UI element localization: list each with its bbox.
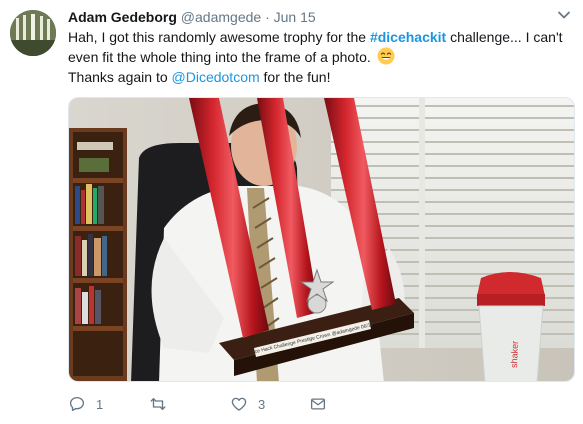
chevron-down-icon[interactable] <box>557 8 571 22</box>
meta-separator: · <box>265 9 270 25</box>
like-count: 3 <box>258 396 266 412</box>
tweet[interactable]: Adam Gedeborg @adamgede · Jun 15 Hah, I … <box>0 0 583 424</box>
tweet-header: Adam Gedeborg @adamgede · Jun 15 <box>68 7 555 27</box>
bottle-brand-mark: shaker <box>509 341 520 368</box>
tweet-text-part: Thanks again to <box>68 69 172 85</box>
avatar[interactable] <box>10 10 56 56</box>
mention-link[interactable]: @Dicedotcom <box>172 69 260 85</box>
smiling-face-emoji <box>377 47 395 65</box>
hashtag-link[interactable]: #dicehackit <box>370 29 446 45</box>
avatar-image <box>10 10 56 56</box>
like-button[interactable]: 3 <box>230 392 265 416</box>
tweet-actions: 1 3 <box>68 392 575 416</box>
author-name[interactable]: Adam Gedeborg <box>68 9 177 25</box>
dm-button[interactable] <box>309 392 327 416</box>
reply-count: 1 <box>96 396 104 412</box>
retweet-icon <box>150 398 166 410</box>
trophy-photo: Dice Hack Challenge Prestige Crown @adam… <box>69 98 574 381</box>
retweet-button[interactable] <box>149 392 177 416</box>
mail-icon <box>310 398 326 410</box>
reply-button[interactable]: 1 <box>68 392 103 416</box>
heart-icon <box>231 397 247 411</box>
tweet-text-part: Hah, I got this randomly awesome trophy … <box>68 29 370 45</box>
tweet-date[interactable]: Jun 15 <box>274 9 316 25</box>
author-handle[interactable]: @adamgede <box>181 9 261 25</box>
tweet-text: Hah, I got this randomly awesome trophy … <box>68 27 568 87</box>
tweet-text-part: for the fun! <box>259 69 331 85</box>
reply-icon <box>69 396 85 412</box>
tweet-photo[interactable]: Dice Hack Challenge Prestige Crown @adam… <box>68 97 575 382</box>
